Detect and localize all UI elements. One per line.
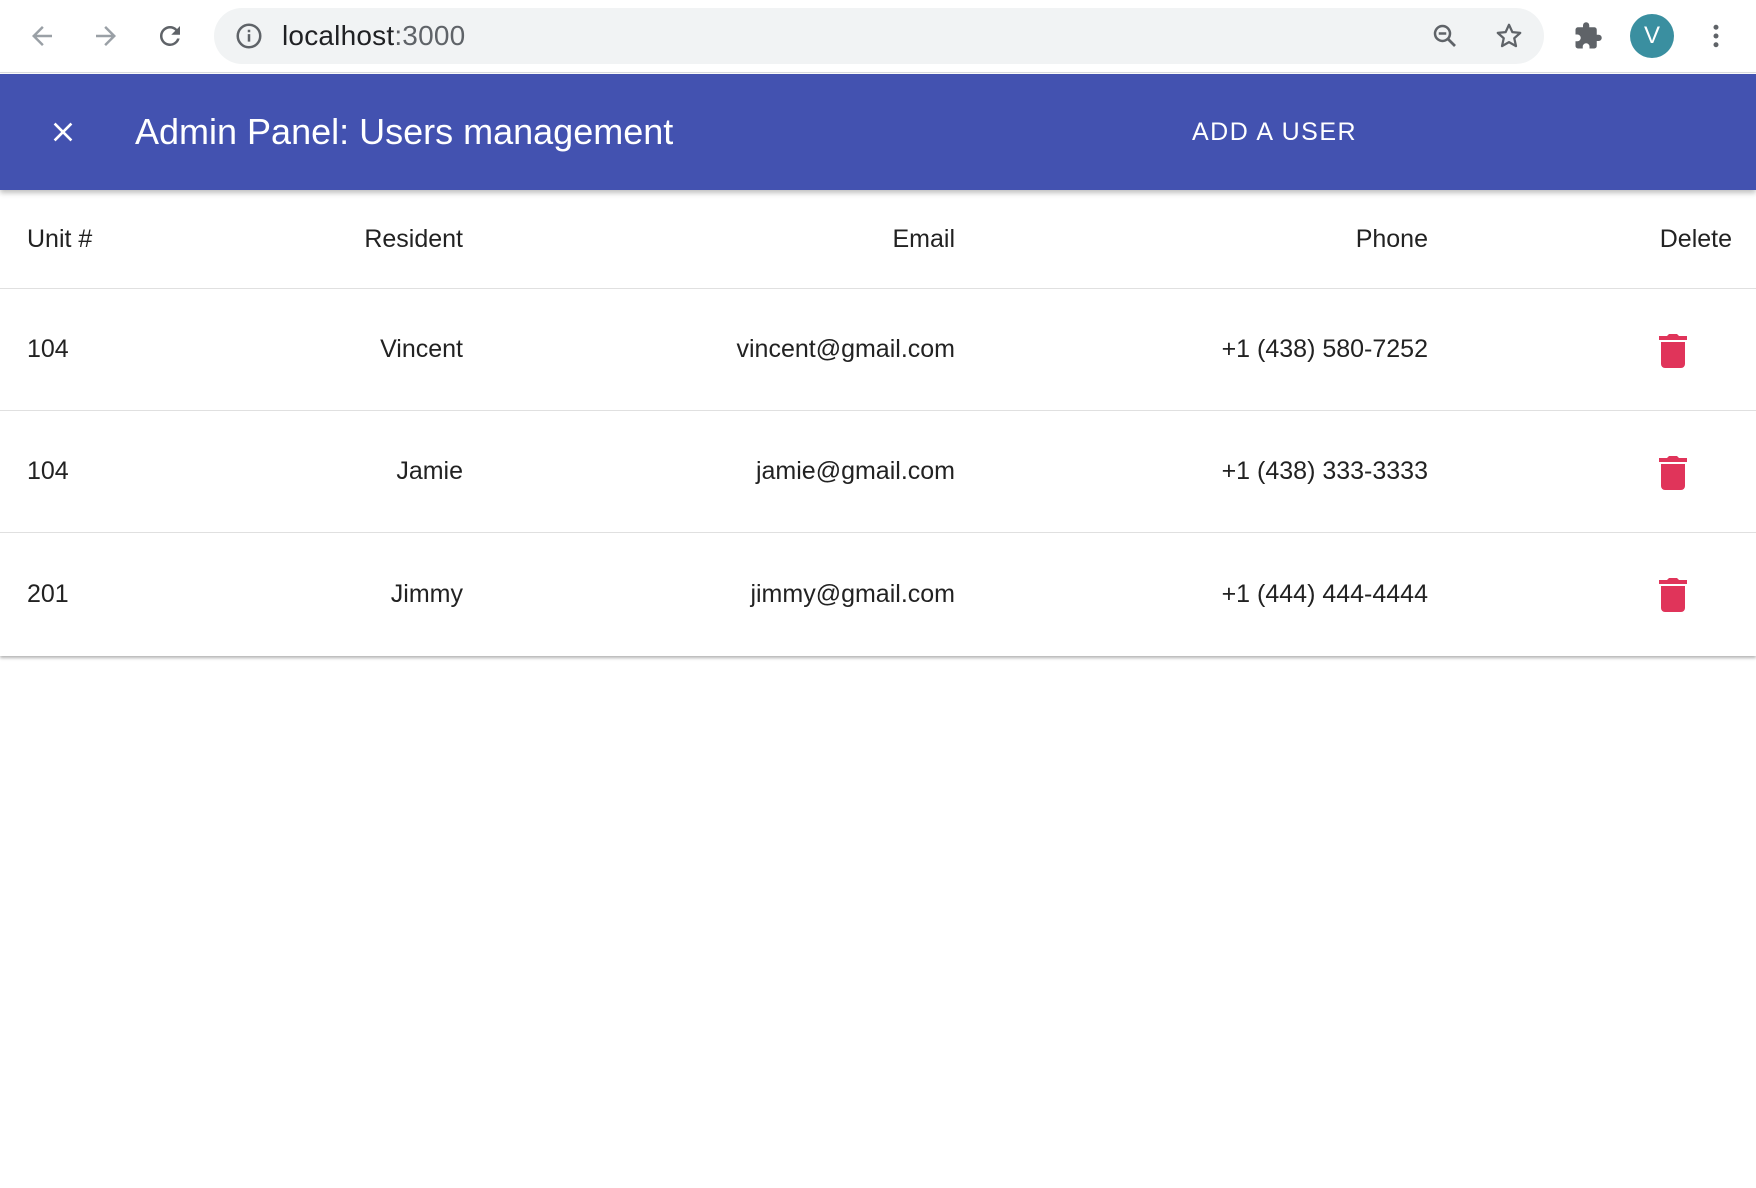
users-table: Unit # Resident Email Phone Delete 104 V… [0, 190, 1756, 656]
delete-icon[interactable] [1649, 533, 1697, 655]
cell-resident: Jimmy [390, 579, 463, 608]
profile-avatar[interactable]: V [1630, 14, 1674, 58]
close-icon[interactable] [38, 104, 88, 160]
table-row[interactable]: 104 Jamie jamie@gmail.com +1 (438) 333-3… [0, 411, 1756, 533]
cell-unit: 201 [27, 579, 69, 608]
forward-arrow-icon[interactable] [84, 14, 128, 58]
url-text: localhost:3000 [282, 8, 465, 64]
header-email[interactable]: Email [555, 190, 955, 288]
info-icon[interactable] [234, 21, 264, 51]
url-port: :3000 [394, 20, 466, 51]
cell-phone: +1 (444) 444-4444 [1221, 579, 1428, 608]
cell-phone: +1 (438) 580-7252 [1221, 335, 1428, 363]
cell-email: jimmy@gmail.com [750, 579, 955, 608]
cell-phone: +1 (438) 333-3333 [1221, 457, 1428, 485]
delete-icon[interactable] [1649, 289, 1697, 410]
app-bar: Admin Panel: Users management ADD A USER [0, 74, 1756, 190]
header-unit[interactable]: Unit # [27, 190, 227, 288]
add-user-button[interactable]: ADD A USER [1172, 108, 1377, 156]
cell-unit: 104 [27, 457, 69, 485]
cell-resident: Vincent [380, 335, 463, 363]
back-arrow-icon[interactable] [20, 14, 64, 58]
cell-resident: Jamie [396, 457, 463, 485]
header-phone[interactable]: Phone [1028, 190, 1428, 288]
table-row[interactable]: 201 Jimmy jimmy@gmail.com +1 (444) 444-4… [0, 533, 1756, 655]
cell-email: vincent@gmail.com [736, 335, 955, 363]
delete-icon[interactable] [1649, 411, 1697, 532]
header-resident[interactable]: Resident [263, 190, 463, 288]
star-icon[interactable] [1494, 21, 1524, 51]
header-delete: Delete [1659, 224, 1732, 253]
zoom-icon[interactable] [1430, 21, 1460, 51]
address-bar[interactable]: localhost:3000 [214, 8, 1544, 64]
extensions-icon[interactable] [1566, 14, 1610, 58]
cell-unit: 104 [27, 335, 69, 363]
table-row[interactable]: 104 Vincent vincent@gmail.com +1 (438) 5… [0, 289, 1756, 411]
url-host: localhost [282, 20, 395, 51]
table-header-row: Unit # Resident Email Phone Delete [0, 190, 1756, 289]
browser-toolbar: localhost:3000 V [0, 0, 1756, 73]
cell-email: jamie@gmail.com [755, 457, 955, 485]
page-title: Admin Panel: Users management [135, 111, 674, 152]
more-vert-icon[interactable] [1694, 14, 1738, 58]
reload-icon[interactable] [148, 14, 192, 58]
